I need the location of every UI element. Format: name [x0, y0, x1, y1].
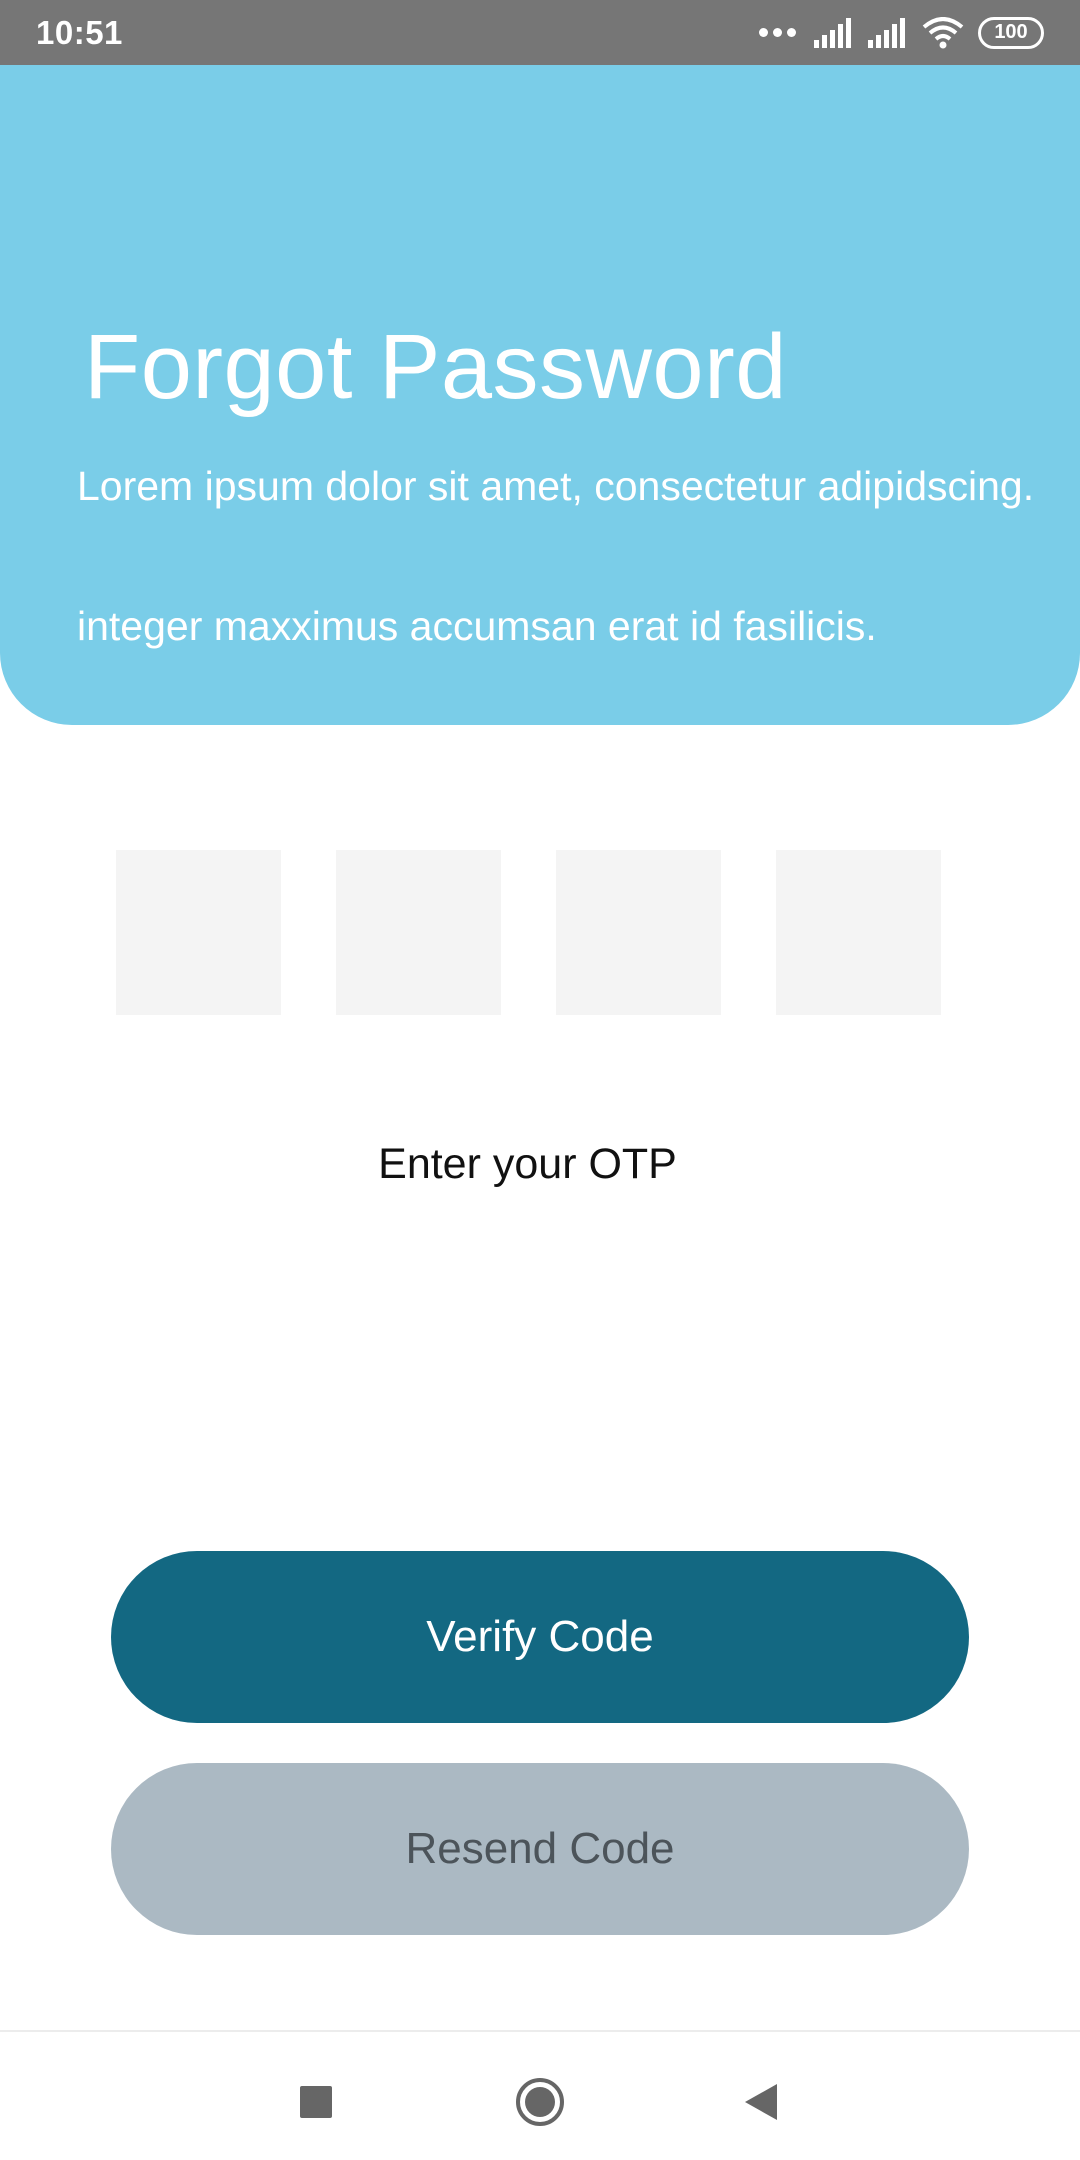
verify-code-button[interactable]: Verify Code [111, 1551, 969, 1723]
status-time: 10:51 [36, 13, 123, 51]
back-icon [745, 2084, 777, 2120]
wifi-icon [922, 16, 964, 48]
recent-apps-icon [300, 2086, 332, 2118]
home-icon [516, 2078, 564, 2126]
more-dots-icon [759, 28, 796, 37]
back-button[interactable] [731, 2072, 791, 2132]
resend-code-button[interactable]: Resend Code [111, 1763, 969, 1935]
header-description-secondary: integer maxximus accumsan erat id fasili… [77, 603, 877, 649]
recent-apps-button[interactable] [286, 2072, 346, 2132]
otp-label: Enter your OTP [378, 1140, 677, 1188]
forgot-password-screen: 10:51 100 Forgot Password Lorem ipsum do… [0, 0, 1080, 2160]
otp-digit-3[interactable] [556, 850, 721, 1015]
otp-digit-1[interactable] [116, 850, 281, 1015]
header-banner: Forgot Password Lorem ipsum dolor sit am… [0, 65, 1080, 725]
signal-icon [868, 17, 905, 48]
otp-digit-2[interactable] [336, 850, 501, 1015]
navigation-bar [0, 2030, 1080, 2160]
home-button[interactable] [510, 2072, 570, 2132]
header-description: Lorem ipsum dolor sit amet, consectetur … [77, 463, 1035, 509]
signal-icon [814, 17, 851, 48]
page-title: Forgot Password [84, 316, 787, 418]
status-icons: 100 [759, 16, 1044, 49]
status-bar: 10:51 100 [0, 0, 1080, 65]
otp-input-group [116, 850, 941, 1015]
battery-icon: 100 [978, 16, 1044, 49]
otp-digit-4[interactable] [776, 850, 941, 1015]
